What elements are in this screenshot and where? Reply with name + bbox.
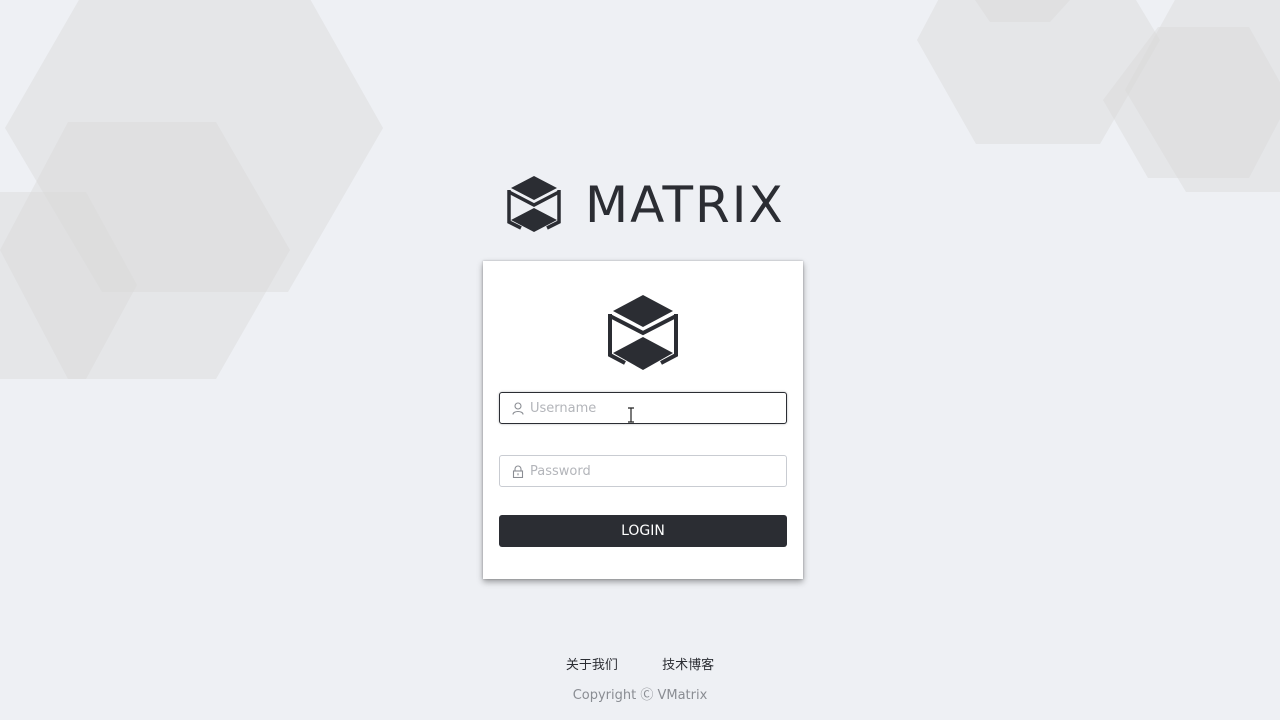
username-input[interactable] xyxy=(530,400,780,416)
brand-name: MATRIX xyxy=(585,176,785,234)
text-cursor-icon xyxy=(628,407,634,423)
brand-header: MATRIX xyxy=(505,174,785,236)
password-input[interactable] xyxy=(530,463,780,479)
login-card: LOGIN xyxy=(483,261,803,579)
lock-icon xyxy=(511,464,525,478)
login-button[interactable]: LOGIN xyxy=(499,515,787,547)
cube-logo-icon xyxy=(507,176,561,232)
user-icon xyxy=(511,401,525,415)
tech-blog-link[interactable]: 技术博客 xyxy=(662,658,714,673)
footer-links: 关于我们 技术博客 xyxy=(0,654,1280,673)
username-field[interactable] xyxy=(499,392,787,424)
login-page: MATRIX Username LOGIN 关于我们 技术博客 Copyrigh… xyxy=(0,0,1280,720)
password-field[interactable] xyxy=(499,455,787,487)
about-us-link[interactable]: 关于我们 xyxy=(566,658,618,673)
copyright-text: Copyright Ⓒ VMatrix xyxy=(572,688,708,703)
cube-logo-icon xyxy=(608,295,678,370)
